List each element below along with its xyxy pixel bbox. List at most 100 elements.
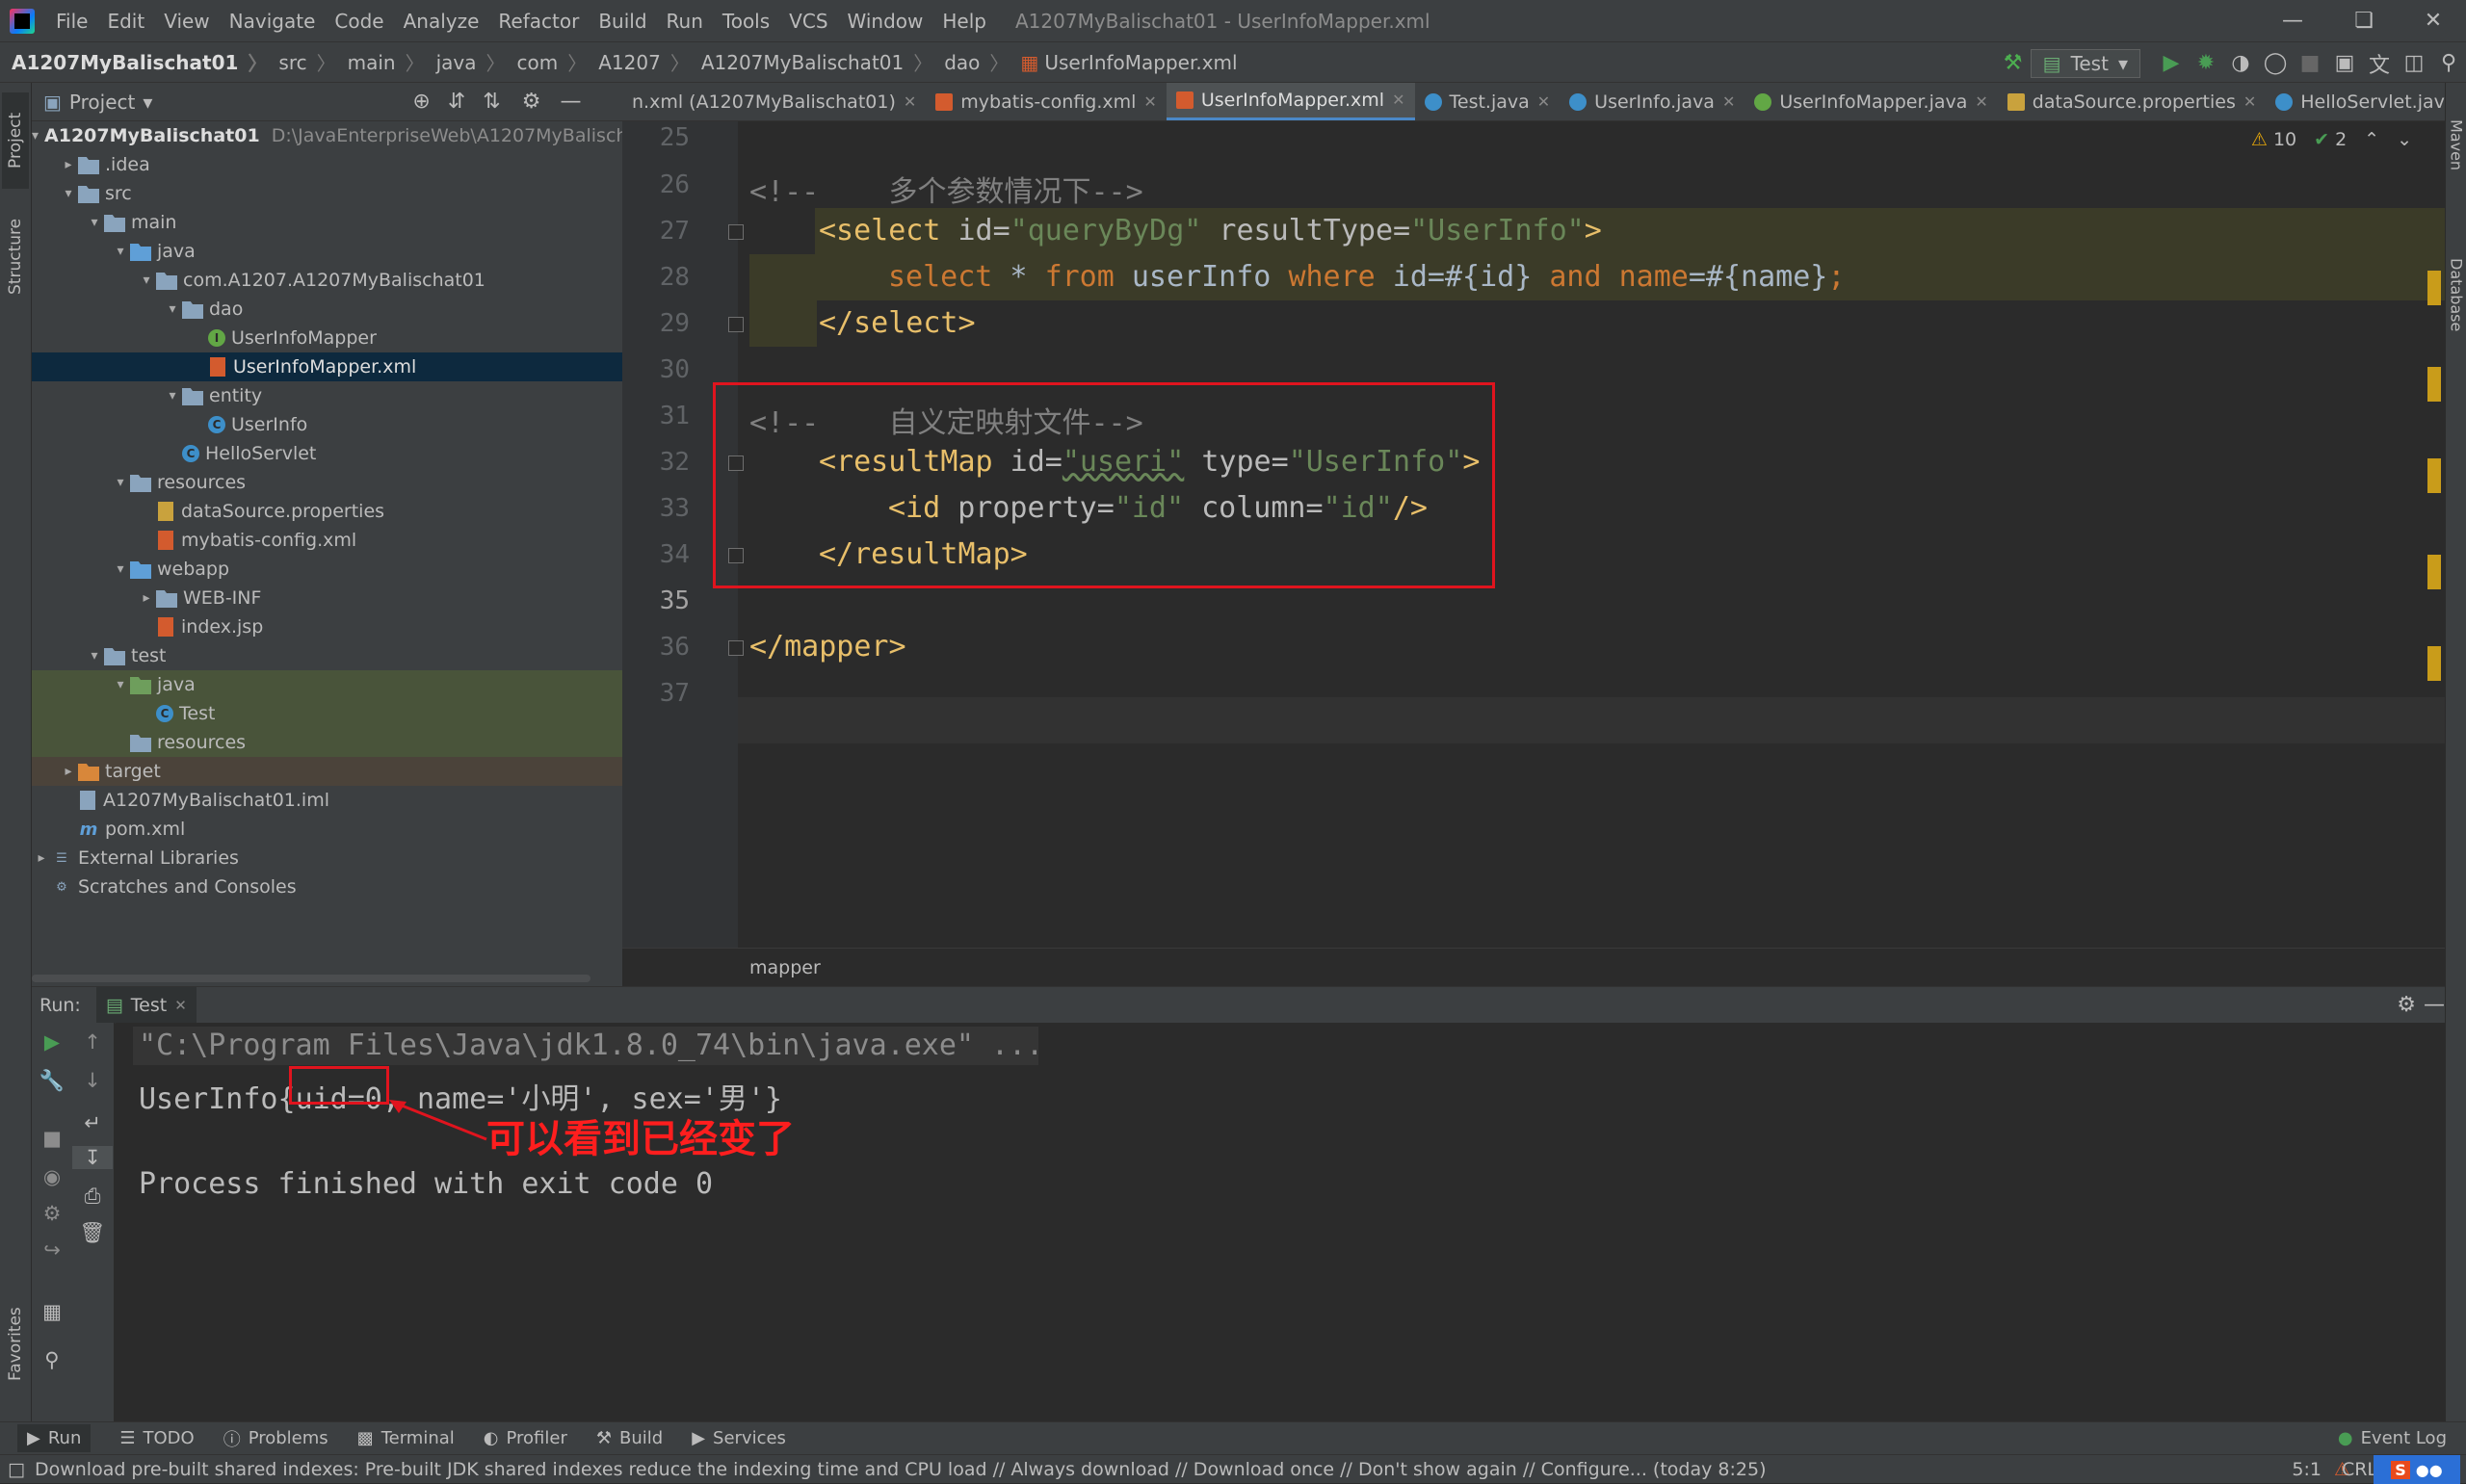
chevron-down-icon[interactable]: ▾ (143, 91, 152, 114)
tree-item-idea[interactable]: ▸ .idea (32, 150, 622, 179)
fold-icon[interactable] (728, 317, 744, 332)
menu-run[interactable]: Run (667, 10, 703, 33)
warning-mark[interactable] (2427, 367, 2441, 402)
menu-window[interactable]: Window (848, 10, 924, 33)
warning-mark[interactable] (2427, 555, 2441, 589)
tree-item-main[interactable]: ▾ main (32, 208, 622, 237)
fold-icon[interactable] (728, 640, 744, 656)
chevron-down-icon[interactable]: ⌄ (2397, 129, 2412, 150)
profile-icon[interactable]: ◯ (2258, 51, 2293, 75)
gear-icon[interactable]: ⚙ (2397, 993, 2416, 1017)
coverage-icon[interactable]: ◑ (2223, 51, 2258, 75)
hide-icon[interactable]: — (560, 90, 581, 114)
tool-tab-profiler[interactable]: ◐ Profiler (484, 1428, 567, 1448)
menu-tools[interactable]: Tools (722, 10, 770, 33)
tool-tab-build[interactable]: ⚒ Build (596, 1428, 663, 1448)
tree-item-java[interactable]: ▾ java (32, 237, 622, 266)
tab-test-java[interactable]: Test.java ✕ (1415, 83, 1561, 120)
tree-item-userinfo[interactable]: C UserInfo (32, 410, 622, 439)
event-log-tab[interactable]: ● Event Log (2338, 1428, 2447, 1448)
tree-item-dao[interactable]: ▾ dao (32, 295, 622, 324)
fold-icon[interactable] (728, 224, 744, 240)
layout-icon[interactable]: ▦ (32, 1300, 72, 1323)
tree-item-index-jsp[interactable]: index.jsp (32, 612, 622, 641)
wrench-icon[interactable]: 🔧 (32, 1069, 72, 1093)
locate-icon[interactable]: ⊕ (412, 90, 430, 114)
warning-mark[interactable] (2427, 646, 2441, 681)
tool-tab-services[interactable]: ▶ Services (692, 1428, 786, 1448)
tree-root[interactable]: ▾ A1207MyBalischat01 D:\JavaEnterpriseWeb\… (32, 121, 639, 150)
status-message[interactable]: Download pre-built shared indexes: Pre-b… (35, 1459, 1767, 1480)
camera-icon[interactable]: ◉ (32, 1165, 72, 1188)
menu-navigate[interactable]: Navigate (229, 10, 316, 33)
close-icon[interactable]: ✕ (1975, 92, 1987, 111)
console-output[interactable]: "C:\Program Files\Java\jdk1.8.0_74\bin\j… (116, 1023, 2445, 1421)
restore-icon[interactable]: ❏ (2335, 0, 2393, 41)
tree-item-entity[interactable]: ▾ entity (32, 381, 622, 410)
menu-build[interactable]: Build (598, 10, 646, 33)
caret-position[interactable]: 5:1 (2292, 1459, 2322, 1480)
breadcrumb-project[interactable]: A1207MyBalischat01 〉 (12, 48, 267, 76)
breadcrumb-file[interactable]: ▦ UserInfoMapper.xml (1020, 51, 1237, 74)
stop-icon[interactable]: ■ (2293, 51, 2327, 75)
close-icon[interactable]: ✕ (2243, 92, 2256, 111)
close-icon[interactable]: ✕ (1143, 92, 1156, 111)
input-method-icon[interactable]: S ●● (2374, 1455, 2460, 1484)
favorites-tool-tab[interactable]: Favorites (2, 1277, 29, 1412)
tree-item-datasource[interactable]: dataSource.properties (32, 497, 622, 526)
exit-icon[interactable]: ↪ (32, 1238, 72, 1262)
close-icon[interactable]: ✕ (1537, 92, 1550, 111)
settings-icon[interactable]: ⚙ (32, 1202, 72, 1225)
tree-item-test-resources[interactable]: resources (32, 728, 622, 757)
breadcrumb-src[interactable]: src 〉 (278, 48, 335, 76)
menu-file[interactable]: File (56, 10, 88, 33)
layout-icon[interactable]: ◫ (2397, 51, 2431, 75)
pin-icon[interactable]: ⚲ (32, 1348, 72, 1371)
project-view-selector[interactable]: Project (69, 91, 135, 114)
menu-vcs[interactable]: VCS (789, 10, 827, 33)
tree-item-package[interactable]: ▾ com.A1207.A1207MyBalischat01 (32, 266, 622, 295)
run-tab-test[interactable]: ▤ Test ✕ (95, 986, 197, 1024)
tab-mybatis-config[interactable]: mybatis-config.xml ✕ (926, 83, 1167, 120)
menu-edit[interactable]: Edit (107, 10, 144, 33)
tree-item-target[interactable]: ▸ target (32, 757, 622, 786)
tree-item-iml[interactable]: A1207MyBalischat01.iml (32, 786, 622, 815)
close-icon[interactable]: ✕ (904, 92, 916, 111)
collapse-all-icon[interactable]: ⇅ (483, 90, 500, 114)
scroll-to-end-icon[interactable]: ↧ (72, 1146, 113, 1169)
tool-tab-todo[interactable]: ☰ TODO (119, 1428, 194, 1448)
tool-tab-problems[interactable]: ⓘ Problems (223, 1426, 328, 1451)
arrow-down-icon[interactable]: ↓ (72, 1069, 113, 1092)
arrow-up-icon[interactable]: ↑ (72, 1030, 113, 1054)
menu-view[interactable]: View (164, 10, 209, 33)
tree-item-userinfomapper-xml[interactable]: UserInfoMapper.xml (32, 352, 622, 381)
gear-icon[interactable]: ⚙ (522, 90, 541, 114)
breadcrumb-java[interactable]: java 〉 (436, 48, 506, 76)
debug-icon[interactable]: ✹ (2189, 51, 2223, 75)
line-separator[interactable]: CRL (2342, 1459, 2377, 1480)
database-tool-tab[interactable]: Database (2446, 208, 2466, 381)
breadcrumb-com[interactable]: com 〉 (517, 48, 588, 76)
menu-help[interactable]: Help (942, 10, 986, 33)
tree-item-webapp[interactable]: ▾ webapp (32, 555, 622, 584)
breadcrumb-a1207[interactable]: A1207 〉 (598, 48, 690, 76)
tree-item-test[interactable]: ▾ test (32, 641, 622, 670)
hide-icon[interactable]: — (2424, 993, 2445, 1017)
breadcrumb-main[interactable]: main 〉 (348, 48, 425, 76)
run-icon[interactable]: ▶ (2154, 51, 2189, 75)
tree-item-src[interactable]: ▾ src (32, 179, 622, 208)
run-configuration-select[interactable]: ▤ Test ▾ (2030, 48, 2140, 78)
stop-icon[interactable]: ■ (32, 1127, 72, 1150)
minimize-icon[interactable]: — (2264, 0, 2322, 41)
close-window-icon[interactable]: ✕ (2404, 0, 2462, 41)
tree-item-resources[interactable]: ▾ resources (32, 468, 622, 497)
maven-tool-tab[interactable]: Maven (2446, 92, 2466, 198)
tree-item-test-java[interactable]: ▾ java (32, 670, 622, 699)
search-icon[interactable]: ⚲ (2431, 51, 2466, 75)
status-toggle-icon[interactable]: □ (8, 1459, 25, 1480)
project-tool-tab[interactable]: Project (2, 92, 29, 189)
breadcrumb-dao[interactable]: dao 〉 (944, 48, 1009, 76)
close-icon[interactable]: ✕ (1722, 92, 1735, 111)
translate-icon[interactable]: 文 (2362, 48, 2397, 79)
project-structure-icon[interactable]: ▣ (2327, 51, 2362, 75)
